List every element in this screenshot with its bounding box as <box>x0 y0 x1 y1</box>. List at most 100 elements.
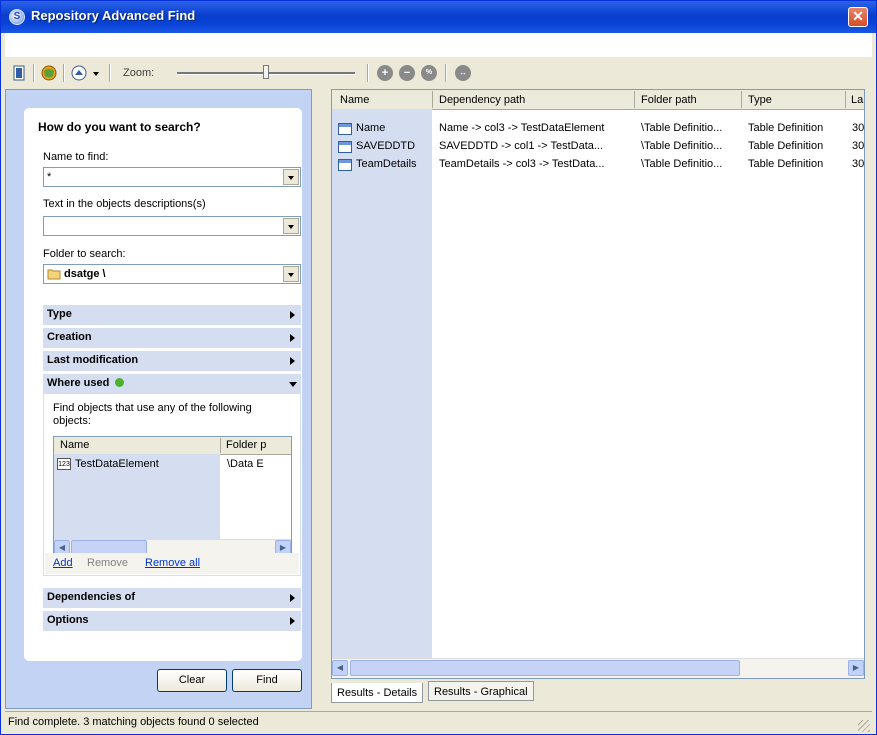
section-options-label: Options <box>47 614 89 626</box>
table-definition-icon <box>338 159 352 171</box>
status-bar: Find complete. 3 matching objects found … <box>5 711 872 734</box>
col-folder-path[interactable]: Folder path <box>641 94 697 106</box>
table-row[interactable]: Name Name -> col3 -> TestDataElement \Ta… <box>332 120 864 138</box>
toolbar: Zoom: + − % ↔ <box>5 59 872 87</box>
remove-link[interactable]: Remove <box>87 557 128 569</box>
row-folder: \Table Definitio... <box>641 140 723 152</box>
list-item[interactable]: 123 TestDataElement \Data E <box>54 457 291 473</box>
close-button[interactable]: ✕ <box>848 7 868 27</box>
zoom-in-icon[interactable]: + <box>377 65 393 81</box>
where-used-actions: Add Remove Remove all <box>45 553 299 574</box>
col-type[interactable]: Type <box>748 94 772 106</box>
item-name: TestDataElement <box>75 458 159 470</box>
col-la[interactable]: La <box>851 94 863 106</box>
scroll-thumb[interactable] <box>350 660 740 676</box>
search-pane: How do you want to search? Name to find:… <box>5 89 312 709</box>
row-la: 30 <box>852 158 865 170</box>
section-where-used[interactable]: Where used <box>43 374 301 394</box>
resize-grip-icon[interactable] <box>858 720 870 732</box>
row-la: 30 <box>852 140 865 152</box>
table-row[interactable]: SAVEDDTD SAVEDDTD -> col1 -> TestData...… <box>332 138 864 156</box>
where-used-list-header: Name Folder p <box>54 437 291 455</box>
row-la: 30 <box>852 122 865 134</box>
section-dependencies-label: Dependencies of <box>47 591 136 603</box>
name-to-find-value: * <box>47 171 52 183</box>
description-combo[interactable] <box>43 216 301 236</box>
tab-results-details[interactable]: Results - Details <box>331 683 424 703</box>
col-name-header[interactable]: Name <box>60 439 89 451</box>
fit-to-window-icon[interactable]: ↔ <box>455 65 471 81</box>
chevron-right-icon <box>290 311 295 319</box>
find-button[interactable]: Find <box>232 669 302 692</box>
row-type: Table Definition <box>748 140 824 152</box>
active-indicator-icon <box>115 378 125 387</box>
table-definition-icon <box>338 123 352 135</box>
tab-results-graphical[interactable]: Results - Graphical <box>428 681 534 701</box>
table-definition-icon <box>338 141 352 153</box>
where-used-list[interactable]: Name Folder p 123 TestDataElement \Data … <box>53 436 292 558</box>
zoom-out-icon[interactable]: − <box>399 65 415 81</box>
section-last-modification-label: Last modification <box>47 354 139 366</box>
section-last-modification[interactable]: Last modification <box>43 351 301 371</box>
chevron-right-icon <box>290 334 295 342</box>
description-label: Text in the objects descriptions(s) <box>43 198 206 210</box>
add-link[interactable]: Add <box>53 557 73 569</box>
dropdown-arrow-icon[interactable] <box>91 65 101 81</box>
title-bar[interactable]: S Repository Advanced Find ✕ <box>1 1 876 33</box>
section-type[interactable]: Type <box>43 305 301 325</box>
section-type-label: Type <box>47 308 72 320</box>
navigate-up-icon[interactable] <box>71 65 87 81</box>
section-creation-label: Creation <box>47 331 92 343</box>
globe-icon[interactable] <box>41 65 57 81</box>
folder-label: Folder to search: <box>43 248 126 260</box>
col-folder-header[interactable]: Folder p <box>226 439 266 451</box>
folder-icon <box>47 269 61 280</box>
zoom-slider-thumb[interactable] <box>263 65 269 79</box>
row-dependency: Name -> col3 -> TestDataElement <box>439 122 605 134</box>
col-name[interactable]: Name <box>340 94 369 106</box>
remove-all-link[interactable]: Remove all <box>145 557 200 569</box>
advanced-find-window: S Repository Advanced Find ✕ Zoom: + − %… <box>0 0 877 735</box>
row-dependency: SAVEDDTD -> col1 -> TestData... <box>439 140 604 152</box>
folder-combo[interactable]: dsatge \ <box>43 264 301 284</box>
results-horizontal-scrollbar[interactable]: ◀ ▶ <box>332 658 864 678</box>
chevron-down-icon[interactable] <box>283 218 299 234</box>
chevron-right-icon <box>290 617 295 625</box>
results-tabs: Results - Details Results - Graphical <box>331 679 871 705</box>
menu-bar <box>5 33 872 57</box>
chevron-right-icon <box>290 594 295 602</box>
table-row[interactable]: TeamDetails TeamDetails -> col3 -> TestD… <box>332 156 864 174</box>
window-title: Repository Advanced Find <box>31 8 196 23</box>
where-used-body: Find objects that use any of the followi… <box>43 394 301 576</box>
clear-button[interactable]: Clear <box>157 669 227 692</box>
search-heading: How do you want to search? <box>38 120 201 134</box>
chevron-down-icon[interactable] <box>283 266 299 282</box>
scroll-left-icon[interactable]: ◀ <box>332 660 348 676</box>
row-dependency: TeamDetails -> col3 -> TestData... <box>439 158 605 170</box>
section-options[interactable]: Options <box>43 611 301 631</box>
zoom-percent-icon[interactable]: % <box>421 65 437 81</box>
save-icon[interactable] <box>11 65 27 81</box>
chevron-down-icon <box>289 382 297 387</box>
where-used-text: Where used <box>47 377 110 389</box>
row-name: Name <box>356 122 386 134</box>
row-name: SAVEDDTD <box>356 140 416 152</box>
section-dependencies[interactable]: Dependencies of <box>43 588 301 608</box>
search-criteria-box: How do you want to search? Name to find:… <box>24 108 302 661</box>
chevron-right-icon <box>290 357 295 365</box>
section-creation[interactable]: Creation <box>43 328 301 348</box>
name-to-find-combo[interactable]: * <box>43 167 301 187</box>
results-list[interactable]: Name Dependency path Folder path Type La… <box>331 89 865 679</box>
where-used-description: Find objects that use any of the followi… <box>53 402 252 427</box>
item-folder: \Data E <box>227 458 264 470</box>
section-where-used-label: Where used <box>47 377 125 389</box>
name-to-find-label: Name to find: <box>43 151 109 163</box>
zoom-label: Zoom: <box>123 67 155 79</box>
results-header: Name Dependency path Folder path Type La <box>332 90 864 110</box>
name-column-highlight <box>332 109 432 660</box>
chevron-down-icon[interactable] <box>283 169 299 185</box>
col-dependency-path[interactable]: Dependency path <box>439 94 525 106</box>
row-folder: \Table Definitio... <box>641 122 723 134</box>
scroll-right-icon[interactable]: ▶ <box>848 660 864 676</box>
folder-value: dsatge \ <box>64 268 106 280</box>
